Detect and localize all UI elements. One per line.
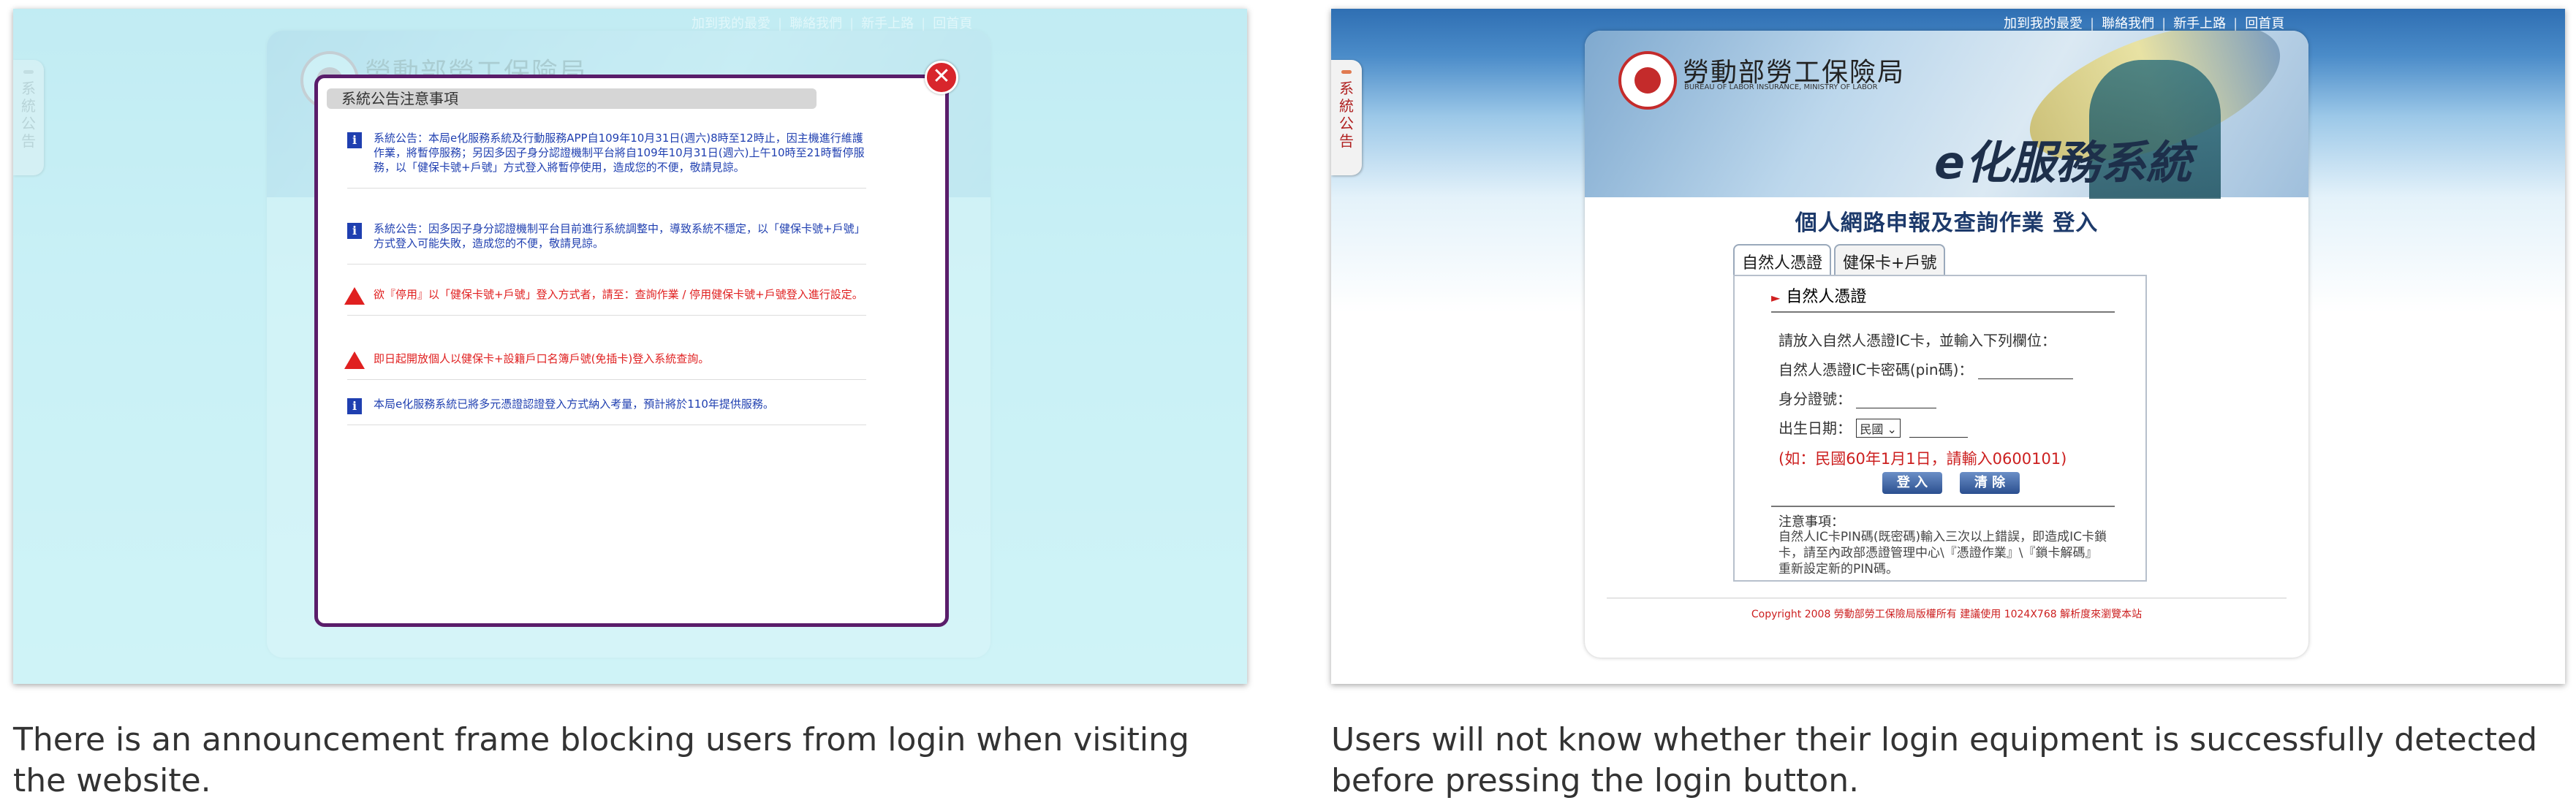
birth-label: 出生日期： [1778,419,1852,437]
notice-item: i 本局e化服務系統已將多元憑證認證登入方式納入考量，預計將於110年提供服務。 [347,397,866,425]
chevron-down-icon: ⌄ [1887,422,1897,436]
copyright-text: Copyright 2008 勞動部勞工保險局版權所有 建議使用 1024X76… [1751,609,2143,620]
divider [1771,506,2115,507]
top-link-favorites[interactable]: 加到我的最愛 [2004,16,2083,31]
notice-text: 欲『停用』以「健保卡號+戶號」登入方式者，請至：查詢作業 / 停用健保卡號+戶號… [374,288,863,301]
site-frame: 勞動部勞工保險局 BUREAU OF LABOR INSURANCE, MINI… [1585,31,2308,658]
info-icon: i [347,398,362,414]
tab-dot-icon [1341,70,1352,74]
left-screenshot: 加到我的最愛|聯絡我們|新手上路|回首頁 系統公告 勞動部勞工保險局 系統公告注… [13,9,1247,684]
birth-hint: (如：民國60年1月1日，請輸入0600101) [1778,450,2067,468]
warning-icon [344,351,365,369]
notice-text: 系統公告：因多因子身分認證機制平台目前進行系統調整中，導致系統不穩定，以「健保卡… [374,222,865,250]
modal-title: 系統公告注意事項 [327,88,817,109]
site-banner: 勞動部勞工保險局 BUREAU OF LABOR INSURANCE, MINI… [1585,31,2308,199]
notice-text: 即日起開放個人以健保卡+設籍戶口名簿戶號(免插卡)登入系統查詢。 [374,352,710,365]
pin-row: 自然人憑證IC卡密碼(pin碼)： [1778,358,2073,379]
notice-item: 欲『停用』以「健保卡號+戶號」登入方式者，請至：查詢作業 / 停用健保卡號+戶號… [344,287,866,316]
login-tabs: 自然人憑證 健保卡+戶號 [1733,244,1948,278]
section-header: ► 自然人憑證 [1771,283,2115,313]
era-select[interactable]: 民國 ⌄ [1856,419,1901,438]
right-caption: Users will not know whether their login … [1331,721,2538,799]
id-label: 身分證號： [1778,390,1852,408]
instruction-text: 請放入自然人憑證IC卡，並輸入下列欄位： [1778,332,2056,349]
id-row: 身分證號： [1778,387,1937,408]
announcement-modal: 系統公告注意事項 ✕ i 系統公告：本局e化服務系統及行動服務APP自109年1… [314,61,958,627]
side-tab-label: 系統公告 [1339,80,1354,150]
close-icon[interactable]: ✕ [925,61,958,94]
info-icon: i [347,132,362,148]
pin-input[interactable] [1977,364,2073,379]
triangle-bullet-icon: ► [1771,291,1781,305]
notice-item: i 系統公告：本局e化服務系統及行動服務APP自109年10月31日(週六)8時… [347,131,866,189]
info-icon: i [347,223,362,239]
warning-icon [344,287,365,305]
note-body: 自然人IC卡PIN碼(既密碼)輸入三次以上錯誤，即造成IC卡鎖卡，請至內政部憑證… [1778,530,2107,576]
tab-citizen-certificate[interactable]: 自然人憑證 [1733,244,1832,278]
section-header-label: 自然人憑證 [1786,288,1867,306]
login-form: ► 自然人憑證 請放入自然人憑證IC卡，並輸入下列欄位： 自然人憑證IC卡密碼(p… [1733,275,2147,582]
notice-item: i 系統公告：因多因子身分認證機制平台目前進行系統調整中，導致系統不穩定，以「健… [347,221,866,265]
top-links: 加到我的最愛|聯絡我們|新手上路|回首頁 [2004,16,2285,31]
bli-logo-icon [1618,51,1677,110]
notice-item: 即日起開放個人以健保卡+設籍戶口名簿戶號(免插卡)登入系統查詢。 [344,351,866,380]
birth-row: 出生日期： 民國 ⌄ [1778,416,1969,438]
notice-text: 本局e化服務系統已將多元憑證認證登入方式納入考量，預計將於110年提供服務。 [374,397,774,411]
note-title: 注意事項： [1778,514,1844,530]
era-select-value: 民國 [1860,422,1884,436]
notice-text: 系統公告：本局e化服務系統及行動服務APP自109年10月31日(週六)8時至1… [374,132,865,174]
top-link-contact[interactable]: 聯絡我們 [2102,16,2154,31]
pin-label: 自然人憑證IC卡密碼(pin碼)： [1778,361,1974,378]
login-button[interactable]: 登 入 [1882,472,1942,494]
birth-input[interactable] [1909,422,1969,438]
top-link-home[interactable]: 回首頁 [2245,16,2284,31]
brand-title: e化服務系統 [1933,136,2192,189]
top-link-newbie[interactable]: 新手上路 [2173,16,2226,31]
clear-button[interactable]: 清 除 [1960,472,2020,494]
right-screenshot: 加到我的最愛 | 聯絡我們 | 新手上路 | 回首頁 系統公告 勞動部勞工保險局 BUREA… [1331,9,2565,684]
tab-health-card[interactable]: 健保卡+戶號 [1834,244,1946,278]
left-caption: There is an announcement frame blocking … [13,721,1189,799]
id-input[interactable] [1856,393,1937,408]
org-subtitle: BUREAU OF LABOR INSURANCE, MINISTRY OF L… [1684,83,1878,91]
announcement-side-tab[interactable]: 系統公告 [1331,60,1362,175]
login-title: 個人網路申報及查詢作業 登入 [1795,210,2099,236]
